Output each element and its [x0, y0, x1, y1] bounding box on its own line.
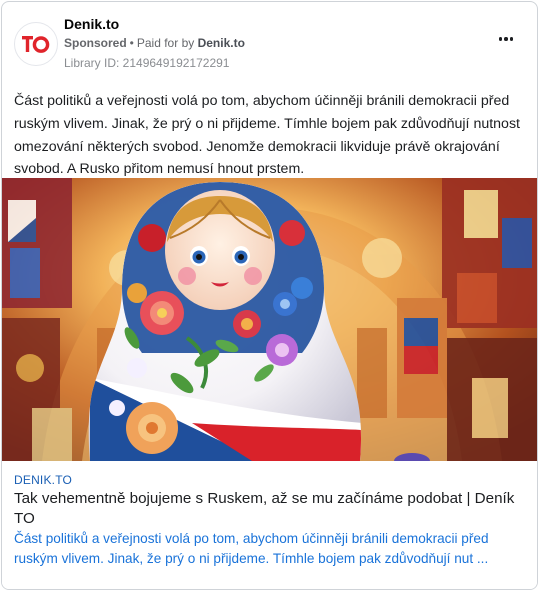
ad-image[interactable] [2, 178, 537, 461]
link-domain[interactable]: DENIK.TO [14, 473, 72, 487]
sponsored-label: Sponsored [64, 36, 127, 50]
library-id: Library ID: 2149649192172291 [64, 56, 230, 70]
paid-for-label: Paid for by [136, 36, 195, 50]
ad-meta-line: Sponsored • Paid for by Denik.to [64, 36, 245, 50]
ad-header: Denik.to Sponsored • Paid for by Denik.to … [2, 2, 537, 82]
more-options-button[interactable] [495, 32, 517, 46]
more-dot-icon [498, 37, 503, 41]
link-title[interactable]: Tak vehementně bojujeme s Ruskem, až se … [14, 489, 519, 529]
link-preview[interactable]: DENIK.TO Tak vehementně bojujeme s Ruske… [2, 461, 537, 589]
ad-card: Denik.to Sponsored • Paid for by Denik.to … [1, 1, 538, 590]
more-dot-icon [509, 37, 514, 41]
link-description[interactable]: Část politiků a veřejnosti volá po tom, … [14, 529, 526, 569]
more-dot-icon [504, 37, 508, 41]
separator-dot: • [129, 36, 134, 50]
ad-body-text: Část politiků a veřejnosti volá po tom, … [14, 93, 520, 178]
page-name[interactable]: Denik.to [64, 16, 119, 32]
denik-to-logo-icon [22, 36, 50, 53]
paid-for-name: Denik.to [197, 36, 245, 50]
page-avatar[interactable] [14, 22, 58, 66]
matryoshka-doll-image [2, 178, 537, 461]
